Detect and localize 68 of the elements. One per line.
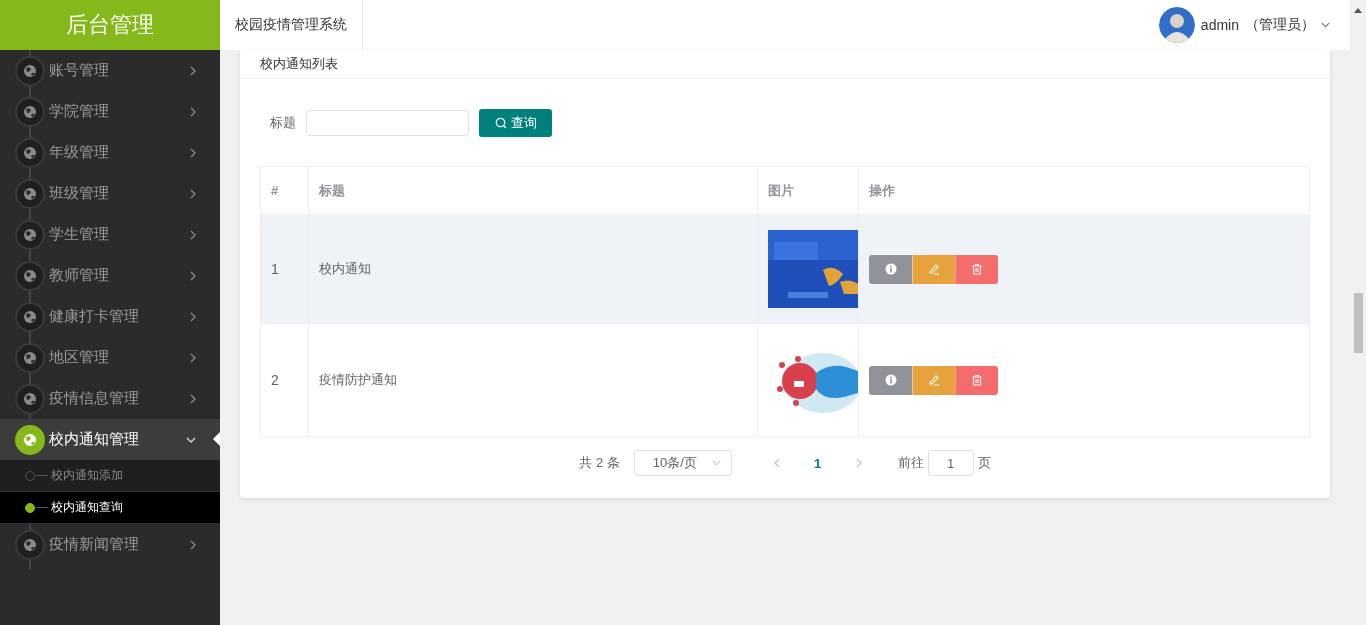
menu-item[interactable]: 地区管理 — [0, 337, 220, 378]
scroll-up-icon[interactable] — [1354, 8, 1362, 13]
chevron-right-icon — [190, 270, 196, 281]
menu-item[interactable]: 教师管理 — [0, 255, 220, 296]
trash-icon — [971, 263, 983, 275]
info-button[interactable] — [869, 365, 912, 395]
menu-item[interactable]: 健康打卡管理 — [0, 296, 220, 337]
logo-title: 后台管理 — [0, 0, 220, 50]
menu-item[interactable]: 班级管理 — [0, 173, 220, 214]
scroll-thumb[interactable] — [1353, 293, 1363, 353]
column-header: 图片 — [757, 166, 859, 215]
table-cell: 校内通知 — [308, 214, 758, 324]
submenu-item[interactable]: 校内通知查询 — [0, 492, 220, 524]
menu-item[interactable]: 年级管理 — [0, 132, 220, 173]
info-button[interactable] — [869, 254, 912, 284]
chevron-right-icon — [190, 539, 196, 550]
submenu-item[interactable]: 校内通知添加 — [0, 460, 220, 492]
page-suffix: 页 — [977, 454, 991, 472]
chevron-right-icon — [190, 352, 196, 363]
table-cell: 疫情防护通知 — [308, 323, 758, 437]
goto-label: 前往 — [897, 454, 924, 472]
card-title: 校内通知列表 — [260, 55, 338, 73]
previous-page-icon[interactable] — [773, 458, 780, 468]
chevron-down-icon — [186, 436, 196, 443]
total-count: 共 2 条 — [579, 454, 620, 472]
edit-button[interactable] — [912, 365, 955, 395]
globe-icon — [15, 424, 45, 455]
menu-item[interactable]: 学生管理 — [0, 214, 220, 255]
chevron-right-icon — [190, 65, 196, 76]
field-label: 标题 — [270, 114, 296, 132]
page-number[interactable]: 1 — [807, 455, 828, 471]
menu-item[interactable]: 疫情新闻管理 — [0, 524, 220, 565]
chevron-down-icon — [711, 460, 721, 466]
pencil-icon — [928, 263, 940, 275]
column-header: 操作 — [858, 166, 1310, 215]
chevron-right-icon — [190, 188, 196, 199]
column-header: # — [260, 166, 309, 215]
edit-button[interactable] — [912, 254, 955, 284]
menu-item[interactable]: 学院管理 — [0, 91, 220, 132]
next-page-icon[interactable] — [855, 458, 862, 468]
menu-item[interactable]: 账号管理 — [0, 50, 220, 91]
search-icon — [494, 117, 507, 129]
column-header: 标题 — [308, 166, 758, 215]
page-field[interactable]: 1 — [927, 450, 974, 476]
table-cell: 2 — [260, 323, 309, 437]
table-cell: 1 — [260, 214, 309, 324]
pointer-icon — [213, 432, 220, 446]
page-size-select[interactable]: 10条/页 — [633, 450, 732, 476]
search-button[interactable]: 查询 — [479, 109, 552, 137]
delete-button[interactable] — [955, 254, 998, 284]
chevron-right-icon — [190, 229, 196, 240]
table-row[interactable]: 1 校内通知 — [260, 214, 1310, 324]
delete-button[interactable] — [955, 365, 998, 395]
info-icon — [884, 374, 897, 386]
table-row[interactable]: 2 疫情防护通知 — [260, 323, 1310, 437]
title-field[interactable] — [306, 110, 469, 136]
user-menu[interactable]: admin （管理员） — [1158, 7, 1330, 43]
chevron-right-icon — [190, 393, 196, 404]
menu-item[interactable]: 校内通知管理 — [0, 419, 220, 460]
chevron-right-icon — [190, 311, 196, 322]
chevron-right-icon — [190, 106, 196, 117]
trash-icon — [971, 374, 983, 386]
chevron-right-icon — [190, 147, 196, 158]
chevron-down-icon — [1321, 22, 1330, 28]
info-icon — [884, 263, 897, 275]
menu-item[interactable]: 疫情信息管理 — [0, 378, 220, 419]
pencil-icon — [928, 374, 940, 386]
avatar-icon — [1158, 7, 1195, 43]
